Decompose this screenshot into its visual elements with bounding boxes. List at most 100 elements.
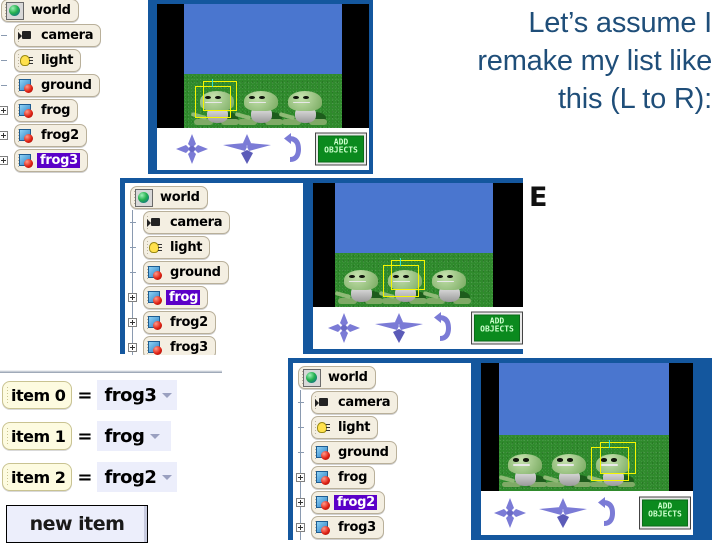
frog-mouth bbox=[292, 101, 311, 103]
tree-tile-light[interactable]: light bbox=[143, 236, 211, 259]
tree-node-light[interactable]: light bbox=[126, 235, 303, 260]
item-name-chip-0[interactable]: item 0 bbox=[2, 381, 73, 409]
expand-icon[interactable] bbox=[0, 131, 8, 140]
item-value-dropdown-1[interactable]: frog bbox=[97, 421, 172, 451]
tree-tile-world[interactable]: world bbox=[298, 366, 376, 389]
tree-node-camera[interactable]: camera bbox=[0, 23, 148, 48]
tree-tile-frog3[interactable]: frog3 bbox=[14, 149, 88, 172]
item-value-dropdown-0[interactable]: frog3 bbox=[97, 380, 178, 410]
move-control-icon[interactable] bbox=[175, 133, 209, 165]
frog-eye-left bbox=[437, 274, 443, 278]
tree-node-frog2[interactable]: frog2 bbox=[294, 490, 471, 515]
expand-icon[interactable] bbox=[296, 523, 305, 532]
item-value-label: frog3 bbox=[104, 384, 157, 406]
tree-node-world[interactable]: world bbox=[126, 185, 303, 210]
frog-model[interactable] bbox=[235, 85, 287, 125]
scene-pane-3[interactable]: ADD OBJECTS bbox=[481, 363, 693, 535]
tree-tile-frog2[interactable]: frog2 bbox=[14, 124, 87, 147]
tree-node-camera[interactable]: camera bbox=[126, 210, 303, 235]
expand-icon[interactable] bbox=[296, 473, 305, 482]
tree-node-frog[interactable]: frog bbox=[294, 465, 471, 490]
tree-node-frog3[interactable]: frog3 bbox=[294, 515, 471, 540]
selection-bounding-box bbox=[591, 439, 636, 481]
new-item-button[interactable]: new item bbox=[6, 505, 148, 543]
scene-viewport-3[interactable] bbox=[481, 363, 693, 491]
chevron-down-icon[interactable] bbox=[150, 433, 161, 439]
add-objects-button[interactable]: ADD OBJECTS bbox=[471, 311, 523, 345]
chevron-down-icon[interactable] bbox=[162, 474, 173, 480]
tree-tile-frog3[interactable]: frog3 bbox=[143, 336, 216, 355]
tree-tile-frog[interactable]: frog bbox=[311, 466, 376, 489]
expand-icon[interactable] bbox=[128, 293, 137, 302]
new-item-strip bbox=[0, 496, 146, 505]
tree-tile-frog3[interactable]: frog3 bbox=[311, 516, 384, 539]
expand-icon[interactable] bbox=[128, 343, 137, 352]
item-name-chip-2[interactable]: item 2 bbox=[2, 463, 73, 491]
tree-tile-ground[interactable]: ground bbox=[14, 74, 100, 97]
pan-control-icon[interactable] bbox=[537, 497, 589, 529]
tree-node-frog[interactable]: frog bbox=[0, 98, 148, 123]
tree-tile-light[interactable]: light bbox=[14, 49, 82, 72]
tree-tile-camera[interactable]: camera bbox=[311, 391, 399, 414]
tree-node-frog[interactable]: frog bbox=[126, 285, 303, 310]
tree-tile-world[interactable]: world bbox=[1, 0, 79, 22]
object-icon bbox=[18, 78, 34, 94]
tree-tile-frog2[interactable]: frog2 bbox=[143, 311, 216, 334]
item-name-chip-1[interactable]: item 1 bbox=[2, 422, 73, 450]
tree-node-world[interactable]: world bbox=[0, 0, 148, 23]
tree-node-ground[interactable]: ground bbox=[294, 440, 471, 465]
object-icon bbox=[147, 290, 163, 306]
tree-node-camera[interactable]: camera bbox=[294, 390, 471, 415]
object-tree-pane-3[interactable]: world camera light ground frog frog2 fro… bbox=[293, 363, 471, 540]
tree-node-frog2[interactable]: frog2 bbox=[0, 123, 148, 148]
scene-pane-2[interactable]: ADD OBJECTS bbox=[313, 183, 525, 349]
expand-icon[interactable] bbox=[0, 106, 8, 115]
tree-node-light[interactable]: light bbox=[0, 48, 148, 73]
object-tree-pane-1[interactable]: world camera light ground frog frog2 fro… bbox=[0, 0, 148, 174]
object-tree-pane-2[interactable]: world camera light ground frog frog2 fro… bbox=[125, 183, 303, 355]
expand-icon[interactable] bbox=[296, 498, 305, 507]
tree-node-frog3[interactable]: frog3 bbox=[0, 148, 148, 173]
tree-node-light[interactable]: light bbox=[294, 415, 471, 440]
frog-model[interactable] bbox=[335, 264, 387, 304]
scene-pane-1[interactable]: ADD OBJECTS bbox=[157, 4, 369, 170]
tree-node-ground[interactable]: ground bbox=[0, 73, 148, 98]
frog-model[interactable] bbox=[543, 448, 595, 488]
tree-node-ground[interactable]: ground bbox=[126, 260, 303, 285]
tree-tile-frog[interactable]: frog bbox=[14, 99, 79, 122]
scene-toolbar-1: ADD OBJECTS bbox=[157, 128, 369, 170]
frog-head bbox=[343, 270, 378, 290]
tree-node-frog2[interactable]: frog2 bbox=[126, 310, 303, 335]
stray-letter-e: E bbox=[529, 182, 548, 213]
expand-icon[interactable] bbox=[128, 318, 137, 327]
frog-model[interactable] bbox=[499, 448, 551, 488]
item-value-dropdown-2[interactable]: frog2 bbox=[97, 462, 178, 492]
tree-node-label: frog2 bbox=[170, 315, 208, 330]
frog-model[interactable] bbox=[423, 264, 475, 304]
move-control-icon[interactable] bbox=[493, 497, 527, 529]
tree-tile-light[interactable]: light bbox=[311, 416, 379, 439]
tree-tile-ground[interactable]: ground bbox=[311, 441, 397, 464]
tree-tile-frog[interactable]: frog bbox=[143, 286, 209, 309]
tree-tile-frog2[interactable]: frog2 bbox=[311, 491, 385, 514]
scene-viewport-1[interactable] bbox=[157, 4, 369, 128]
tree-node-frog3[interactable]: frog3 bbox=[126, 335, 303, 355]
move-control-icon[interactable] bbox=[327, 312, 361, 344]
tree-tile-camera[interactable]: camera bbox=[14, 24, 102, 47]
rotate-control-icon[interactable] bbox=[595, 497, 619, 529]
rotate-control-icon[interactable] bbox=[431, 312, 455, 344]
tree-node-world[interactable]: world bbox=[294, 365, 471, 390]
rotate-control-icon[interactable] bbox=[281, 133, 305, 165]
scene-viewport-2[interactable] bbox=[313, 183, 525, 307]
add-objects-button[interactable]: ADD OBJECTS bbox=[639, 496, 691, 530]
expand-icon[interactable] bbox=[0, 156, 8, 165]
frog-model[interactable] bbox=[279, 85, 331, 125]
pan-control-icon[interactable] bbox=[221, 133, 273, 165]
chevron-down-icon[interactable] bbox=[162, 392, 173, 398]
tree-tile-camera[interactable]: camera bbox=[143, 211, 231, 234]
pan-control-icon[interactable] bbox=[373, 312, 425, 344]
add-objects-button[interactable]: ADD OBJECTS bbox=[315, 132, 367, 166]
light-icon bbox=[18, 53, 34, 69]
tree-tile-ground[interactable]: ground bbox=[143, 261, 229, 284]
tree-tile-world[interactable]: world bbox=[130, 186, 208, 209]
